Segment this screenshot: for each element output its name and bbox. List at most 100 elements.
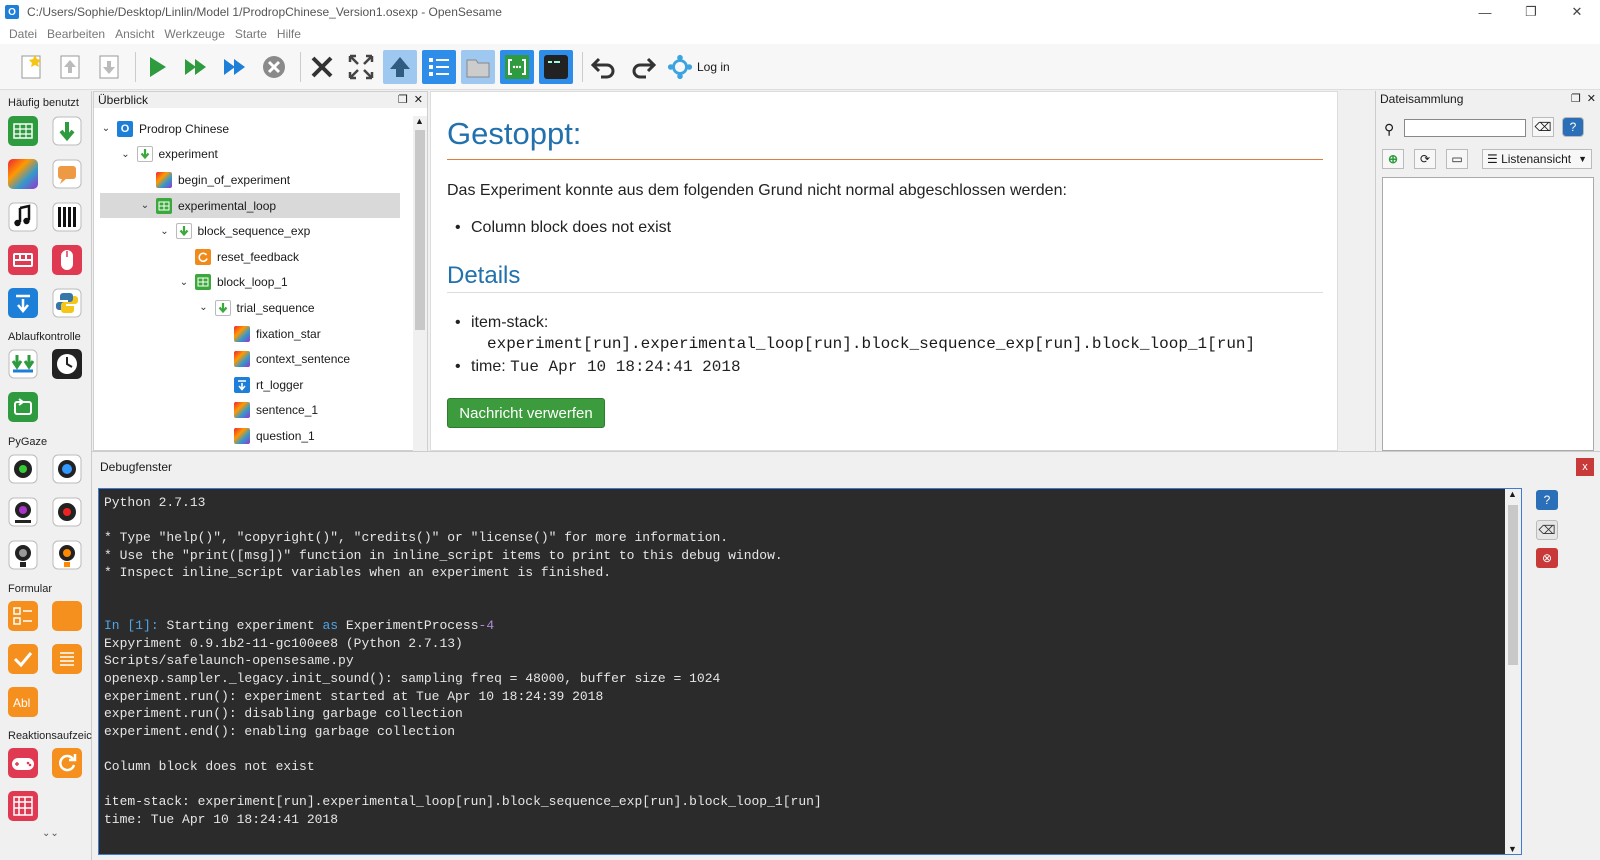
chevron-down-icon[interactable]: ⌄ [198, 302, 210, 313]
help-button[interactable]: ? [1562, 117, 1584, 137]
console-line: In [1]: Starting experiment as Experimen… [104, 618, 494, 633]
undock-icon[interactable]: ❐ [398, 93, 408, 106]
minimize-button[interactable]: — [1462, 0, 1508, 24]
logger-item-button[interactable] [8, 288, 38, 318]
chevron-down-icon[interactable]: ⌄ [178, 277, 190, 288]
tree-item-fixation-star[interactable]: fixation_star [100, 321, 400, 347]
close-panel-icon[interactable]: ✕ [414, 93, 423, 106]
undock-icon[interactable]: ❐ [1571, 92, 1581, 105]
tree-item-prodrop-chinese[interactable]: ⌄ O Prodrop Chinese [100, 116, 400, 142]
form-base-item-button[interactable] [52, 601, 82, 631]
debug-help-button[interactable]: ? [1536, 490, 1558, 510]
advanced-delay-clock-button[interactable] [52, 349, 82, 379]
file-pool-search-input[interactable] [1404, 119, 1526, 137]
touch-response-item-button[interactable] [8, 791, 38, 821]
restore-button[interactable]: ❐ [1508, 0, 1554, 24]
tree-item-reset-feedback[interactable]: reset_feedback [100, 244, 400, 270]
save-file-button[interactable] [92, 50, 126, 84]
synth-item-button[interactable] [52, 202, 82, 232]
form-multiple-choice-item-button[interactable] [8, 601, 38, 631]
chevron-down-icon[interactable]: ⌄ [159, 226, 171, 237]
clear-search-button[interactable]: ⌫ [1532, 117, 1554, 137]
debug-window-toggle-button[interactable] [539, 49, 573, 84]
new-file-button[interactable] [14, 50, 48, 84]
overview-toggle-button[interactable] [422, 49, 456, 84]
pygaze-drift-correct-item-button[interactable] [52, 454, 82, 484]
scroll-up-icon[interactable]: ▲ [415, 116, 424, 126]
file-pool-toggle-button[interactable] [461, 49, 495, 84]
stop-button[interactable] [257, 50, 291, 84]
reset-feedback-item-button[interactable] [52, 748, 82, 778]
sampler-item-button[interactable] [8, 202, 38, 232]
undo-button[interactable] [587, 50, 621, 84]
close-panel-icon[interactable]: ✕ [1587, 92, 1596, 105]
form-text-input-item-button[interactable]: Abl [8, 687, 38, 717]
mouse-response-item-button[interactable] [52, 245, 82, 275]
close-debug-window-button[interactable]: x [1576, 458, 1594, 476]
tree-item-trial-sequence[interactable]: ⌄ trial_sequence [100, 295, 400, 321]
clear-console-button[interactable]: ⌫ [1536, 520, 1558, 540]
open-file-button[interactable] [53, 50, 87, 84]
menu-ansicht[interactable]: Ansicht [110, 27, 159, 41]
menu-werkzeuge[interactable]: Werkzeuge [159, 27, 229, 41]
run-in-window-button[interactable] [179, 50, 213, 84]
debug-console[interactable]: ▲ ▼ Python 2.7.13 * Type "help()", "copyr… [98, 488, 1522, 855]
pygaze-log-item-button[interactable] [8, 497, 38, 527]
add-file-button[interactable]: ⊕ [1382, 149, 1404, 169]
redo-button[interactable] [626, 50, 660, 84]
sequence-item-button[interactable] [52, 116, 82, 146]
menu-hilfe[interactable]: Hilfe [272, 27, 306, 41]
console-scroll-thumb[interactable] [1508, 505, 1518, 665]
overview-scroll-thumb[interactable] [415, 130, 425, 330]
close-all-tabs-button[interactable] [305, 50, 339, 84]
sketchpad-item-button[interactable] [8, 159, 38, 189]
tree-item-question-1[interactable]: question_1 [100, 423, 400, 449]
close-window-button[interactable]: ✕ [1554, 0, 1600, 24]
tree-item-begin-of-experiment[interactable]: begin_of_experiment [100, 167, 400, 193]
inline-script-item-button[interactable] [52, 288, 82, 318]
variables-toggle-button[interactable] [500, 49, 534, 84]
chevron-down-icon[interactable]: ⌄ [139, 200, 151, 211]
tree-item-block-sequence-exp[interactable]: ⌄ block_sequence_exp [100, 218, 400, 244]
overview-scrollbar[interactable]: ▲ [413, 116, 427, 452]
osf-login-button[interactable]: Log in [667, 54, 730, 80]
pygaze-stop-recording-item-button[interactable] [8, 540, 38, 570]
menu-bearbeiten[interactable]: Bearbeiten [42, 27, 110, 41]
scroll-up-icon[interactable]: ▲ [1508, 489, 1517, 499]
menu-starte[interactable]: Starte [230, 27, 272, 41]
tree-item-block-loop-1[interactable]: ⌄ block_loop_1 [100, 270, 400, 296]
keyboard-response-item-button[interactable] [8, 245, 38, 275]
scroll-down-icon[interactable]: ▼ [1508, 844, 1517, 854]
feedback-item-button[interactable] [52, 159, 82, 189]
dismiss-message-button[interactable]: Nachricht verwerfen [447, 398, 605, 428]
refresh-button[interactable]: ⟳ [1414, 149, 1436, 169]
loop-item-button[interactable] [8, 116, 38, 146]
fullscreen-button[interactable] [344, 50, 378, 84]
tree-item-context-sentence[interactable]: context_sentence [100, 346, 400, 372]
kill-kernel-button[interactable]: ⊗ [1536, 548, 1558, 568]
pygaze-init-item-button[interactable] [8, 454, 38, 484]
pygaze-start-recording-item-button[interactable] [52, 497, 82, 527]
tree-item-experimental-loop[interactable]: ⌄ experimental_loop [100, 192, 400, 219]
form-consent-item-button[interactable] [8, 644, 38, 674]
menu-datei[interactable]: Datei [4, 27, 42, 41]
run-button[interactable] [140, 50, 174, 84]
advanced-delay-item-button[interactable] [8, 349, 38, 379]
refresh-icon: ⟳ [1419, 152, 1431, 166]
chevron-down-icon[interactable]: ⌄ [100, 123, 112, 134]
browse-folder-button[interactable]: ▭ [1446, 149, 1468, 169]
form-text-display-item-button[interactable] [52, 644, 82, 674]
tree-item-rt-logger[interactable]: rt_logger [100, 372, 400, 398]
view-mode-select[interactable]: ☰ Listenansicht ▼ [1482, 149, 1592, 169]
tree-item-experiment[interactable]: ⌄ experiment [100, 142, 400, 168]
repeat-cycle-item-button[interactable] [8, 392, 38, 422]
onetabmode-button[interactable] [383, 49, 417, 84]
joystick-item-button[interactable] [8, 748, 38, 778]
chevron-down-icon[interactable]: ⌄ [120, 149, 132, 160]
file-pool-list[interactable] [1382, 177, 1594, 451]
pygaze-wait-item-button[interactable] [52, 540, 82, 570]
palette-more-indicator[interactable]: ⌄⌄ [42, 828, 59, 839]
console-scrollbar[interactable]: ▲ ▼ [1505, 489, 1521, 854]
tree-item-sentence-1[interactable]: sentence_1 [100, 398, 400, 424]
quick-run-button[interactable] [218, 50, 252, 84]
